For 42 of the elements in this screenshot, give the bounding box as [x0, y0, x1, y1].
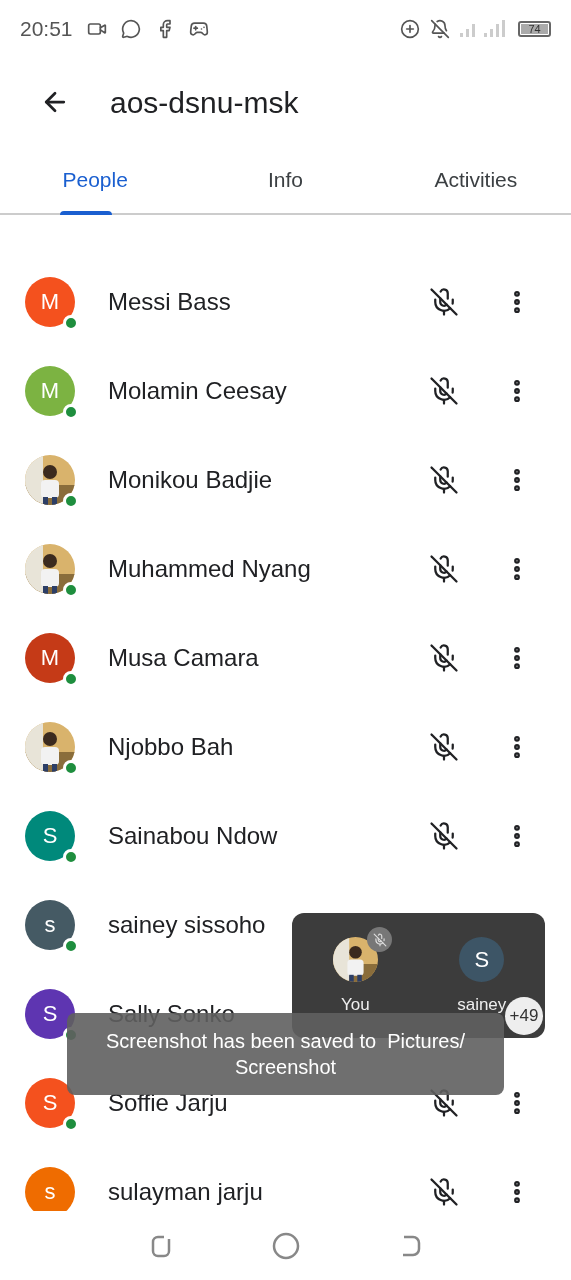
mic-off-icon — [429, 1176, 459, 1207]
avatar: S — [25, 1077, 75, 1128]
avatar: S — [459, 937, 505, 982]
avatar: S — [25, 988, 75, 1039]
more-count-badge: +49 — [505, 997, 543, 1035]
tab[interactable]: Activities — [380, 146, 571, 213]
avatar: S — [25, 810, 75, 861]
plus-icon — [400, 19, 420, 39]
mic-off-icon — [429, 820, 459, 851]
tab[interactable]: Info — [190, 146, 381, 213]
participant-name: Sainabou Ndow — [108, 820, 278, 851]
avatar: M — [25, 632, 75, 683]
tab[interactable]: People — [0, 146, 191, 213]
avatar: M — [25, 365, 75, 416]
participant-name: Musa Camara — [108, 642, 259, 673]
participant-name: Molamin Ceesay — [108, 375, 287, 406]
avatar: M — [25, 276, 75, 327]
mic-off-icon — [429, 464, 459, 495]
participant-name: sainey sissoho — [108, 909, 266, 940]
participant-name: Njobbo Bah — [108, 731, 234, 762]
participant-name: Monikou Badjie — [108, 464, 273, 495]
chat-icon — [120, 19, 141, 39]
home-icon[interactable] — [271, 1231, 300, 1260]
tile-label: sainey — [457, 994, 507, 1016]
participant-name: Messi Bass — [108, 286, 231, 317]
participant-name: Soffie Jarju — [108, 1087, 228, 1118]
clock: 20:51 — [20, 16, 73, 43]
mic-off-icon — [429, 731, 459, 762]
battery-indicator: 74 — [518, 21, 551, 37]
gamepad-icon — [188, 19, 209, 39]
tile-label: You — [340, 994, 370, 1016]
mic-off-icon — [429, 375, 459, 406]
meeting-title: aos-dsnu-msk — [110, 84, 299, 121]
mic-off-icon — [429, 286, 459, 317]
avatar: s — [25, 1166, 75, 1211]
bell-off-icon — [430, 19, 450, 39]
mic-off-icon — [429, 642, 459, 673]
signal-icon — [460, 20, 508, 38]
avatar: s — [25, 899, 75, 950]
participant-name: Muhammed Nyang — [108, 553, 311, 584]
mic-off-icon — [429, 553, 459, 584]
participant-name: sulayman jarju — [108, 1176, 263, 1207]
